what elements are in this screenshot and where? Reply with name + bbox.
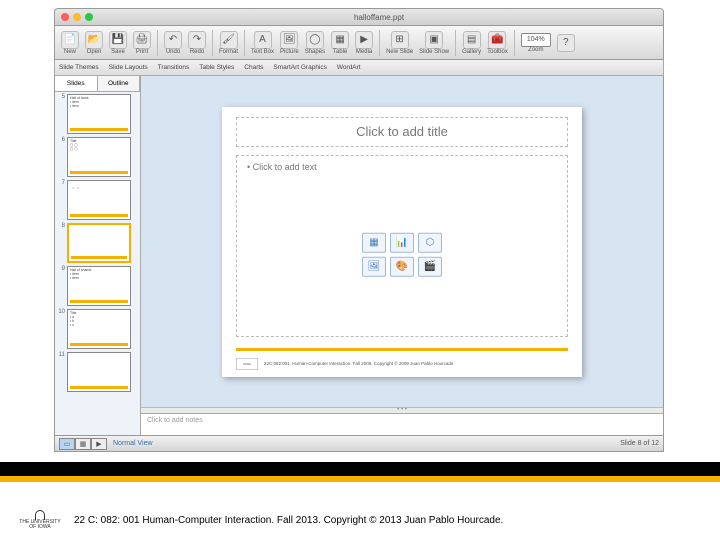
redo-button[interactable]: ↷Redo [186,31,208,55]
thumbnail-list[interactable]: 5Hall of fame• item• item 6Title▢ ▢▢ ▢ 7… [55,92,140,435]
tab-transitions[interactable]: Transitions [158,64,190,71]
content-area: Slides Outline 5Hall of fame• item• item… [54,76,664,436]
view-label: Normal View [113,440,153,447]
status-bar: ▭ ▦ ▶ Normal View Slide 8 of 12 [54,436,664,452]
slide-footer: IOWA 22C:082:001. Human-Computer Interac… [236,357,568,371]
new-slide-icon: ⊞ [391,31,409,49]
table-icon: ▦ [331,31,349,49]
body-placeholder-text: • Click to add text [247,162,557,172]
toolbox-button[interactable]: 🧰Toolbox [485,31,510,55]
window-titlebar: halloffame.ppt [54,8,664,26]
tab-smartart[interactable]: SmartArt Graphics [273,64,326,71]
textbox-button[interactable]: AText Box [249,31,276,55]
media-icon: ▶ [355,31,373,49]
tab-table-styles[interactable]: Table Styles [199,64,234,71]
body-placeholder[interactable]: • Click to add text ▦ 📊 ⬡ 🖼 🎨 🎬 [236,155,568,337]
iowa-logo-icon: IOWA [236,358,258,370]
tab-outline[interactable]: Outline [98,76,141,91]
insert-clipart-icon[interactable]: 🎨 [390,256,414,276]
picture-icon: 🖼 [280,31,298,49]
outer-black-bar [0,462,720,476]
open-icon: 📂 [85,31,103,49]
slide-footer-text: 22C:082:001. Human-Computer Interaction.… [264,361,455,366]
slide-canvas[interactable]: Click to add title • Click to add text ▦… [222,107,582,377]
tab-wordart[interactable]: WordArt [337,64,361,71]
textbox-icon: A [254,31,272,49]
slideshow-view-button[interactable]: ▶ [91,438,107,450]
help-button[interactable]: ? [555,34,577,52]
thumbnail-item[interactable]: 5Hall of fame• item• item [57,94,138,134]
redo-icon: ↷ [188,31,206,49]
close-icon[interactable] [61,13,69,21]
zoom-control[interactable]: 104%Zoom [519,33,553,53]
ribbon-toolbar: Slide Themes Slide Layouts Transitions T… [54,60,664,76]
outer-gold-bar [0,476,720,482]
zoom-window-icon[interactable] [85,13,93,21]
thumbnail-item[interactable]: 6Title▢ ▢▢ ▢ [57,137,138,177]
table-button[interactable]: ▦Table [329,31,351,55]
format-button[interactable]: 🖌Format [217,31,240,55]
insert-chart-icon[interactable]: 📊 [390,232,414,252]
toolbox-icon: 🧰 [488,31,506,49]
zoom-value[interactable]: 104% [521,33,551,47]
normal-view-button[interactable]: ▭ [59,438,75,450]
slideshow-icon: ▣ [425,31,443,49]
undo-icon: ↶ [164,31,182,49]
tab-slide-layouts[interactable]: Slide Layouts [109,64,148,71]
open-button[interactable]: 📂Open [83,31,105,55]
slide-accent-bar [236,348,568,351]
insert-smartart-icon[interactable]: ⬡ [418,232,442,252]
insert-media-icon[interactable]: 🎬 [418,256,442,276]
shapes-button[interactable]: ◯Shapes [303,31,327,55]
insert-table-icon[interactable]: ▦ [362,232,386,252]
title-placeholder[interactable]: Click to add title [236,117,568,147]
thumbnail-item[interactable]: 10Title• a• b• c [57,309,138,349]
print-icon: 🖨 [133,31,151,49]
tab-slide-themes[interactable]: Slide Themes [59,64,99,71]
panel-tabs: Slides Outline [55,76,140,92]
new-button[interactable]: 📄New [59,31,81,55]
thumbnail-item[interactable]: 9Hall of shame• item• item [57,266,138,306]
new-icon: 📄 [61,31,79,49]
shapes-icon: ◯ [306,31,324,49]
powerpoint-screenshot: halloffame.ppt 📄New 📂Open 💾Save 🖨Print ↶… [54,8,664,458]
slide-counter: Slide 8 of 12 [620,440,659,447]
picture-button[interactable]: 🖼Picture [278,31,301,55]
view-buttons: ▭ ▦ ▶ [59,438,107,450]
notes-placeholder[interactable]: Click to add notes [141,413,663,435]
thumbnail-item[interactable]: 8 [57,223,138,263]
main-toolbar: 📄New 📂Open 💾Save 🖨Print ↶Undo ↷Redo 🖌For… [54,26,664,60]
tab-charts[interactable]: Charts [244,64,263,71]
document-title: halloffame.ppt [101,13,657,22]
slide-panel: Slides Outline 5Hall of fame• item• item… [55,76,141,435]
gallery-icon: ▤ [463,31,481,49]
content-icon-grid: ▦ 📊 ⬡ 🖼 🎨 🎬 [362,232,442,276]
canvas-area[interactable]: Click to add title • Click to add text ▦… [141,76,663,407]
minimize-icon[interactable] [73,13,81,21]
format-icon: 🖌 [220,31,238,49]
new-slide-button[interactable]: ⊞New Slide [384,31,415,55]
save-icon: 💾 [109,31,127,49]
outer-footer: THE UNIVERSITY OF IOWA 22 C: 082: 001 Hu… [0,506,720,534]
undo-button[interactable]: ↶Undo [162,31,184,55]
media-button[interactable]: ▶Media [353,31,375,55]
print-button[interactable]: 🖨Print [131,31,153,55]
thumbnail-item[interactable]: 11 [57,352,138,392]
window-controls [61,13,93,21]
tab-slides[interactable]: Slides [55,76,98,91]
thumbnail-item[interactable]: 7 ○ ○ [57,180,138,220]
outer-caption: 22 C: 082: 001 Human-Computer Interactio… [74,515,503,526]
gallery-button[interactable]: ▤Gallery [460,31,483,55]
help-icon: ? [557,34,575,52]
edit-area: Click to add title • Click to add text ▦… [141,76,663,435]
university-logo-icon: THE UNIVERSITY OF IOWA [18,506,62,534]
sorter-view-button[interactable]: ▦ [75,438,91,450]
save-button[interactable]: 💾Save [107,31,129,55]
insert-picture-icon[interactable]: 🖼 [362,256,386,276]
slideshow-button[interactable]: ▣Slide Show [417,31,451,55]
